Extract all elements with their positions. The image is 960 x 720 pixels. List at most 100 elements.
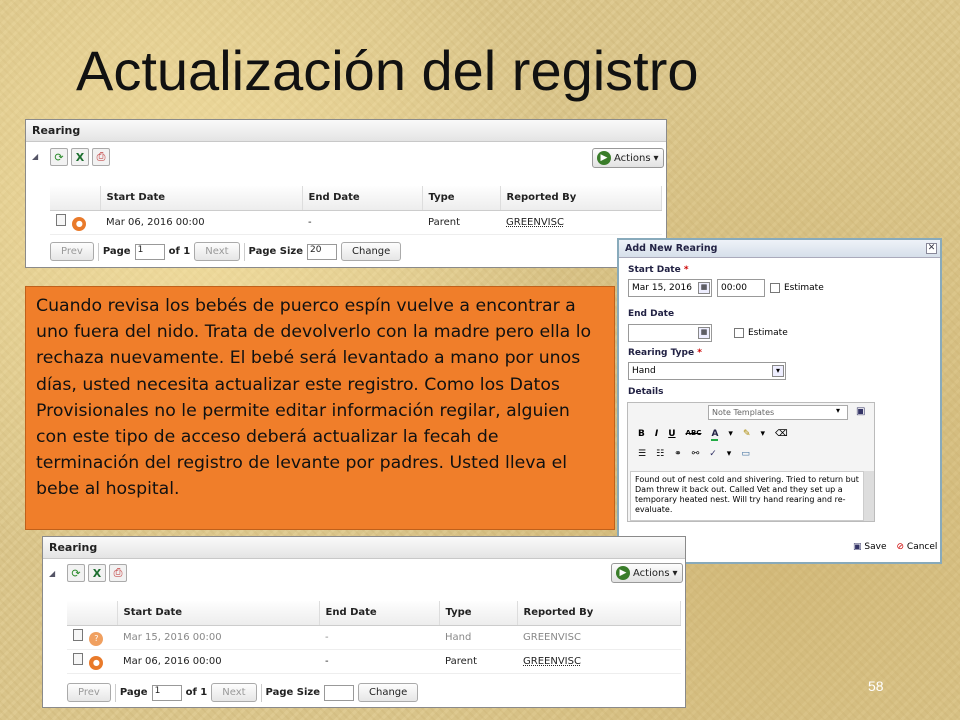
chevron-down-icon: ▾ <box>672 567 678 579</box>
note-templates-select[interactable]: Note Templates <box>708 405 848 420</box>
table-row[interactable]: ? Mar 15, 2016 00:00 - Hand GREENVISC <box>67 625 681 650</box>
start-estimate-checkbox[interactable] <box>770 283 780 293</box>
table-row[interactable]: ● Mar 06, 2016 00:00 - Parent GREENVISC <box>67 649 681 674</box>
rearing-table: Start Date End Date Type Reported By ? M… <box>67 601 681 674</box>
slide-title: Actualización del registro <box>76 39 699 102</box>
actions-label: Actions <box>614 152 651 164</box>
strikethrough-button[interactable]: ABC <box>686 429 702 441</box>
start-estimate-label: Estimate <box>784 283 824 293</box>
page-label: Page <box>119 687 148 698</box>
cell-start: Mar 15, 2016 00:00 <box>117 625 319 650</box>
document-icon[interactable] <box>56 213 66 226</box>
rich-text-editor: Note Templates ▾ ▣ B I U ABC A ▾ ✎ ▾ ⌫ ☰… <box>627 402 875 522</box>
page-size-input[interactable]: 20 <box>307 243 338 260</box>
table-row[interactable]: ● Mar 06, 2016 00:00 - Parent GREENVISC <box>50 210 662 235</box>
font-color-button[interactable]: A <box>711 429 719 441</box>
dialog-title: Add New Rearing <box>619 240 940 258</box>
chevron-down-icon[interactable]: ▾ <box>836 406 840 415</box>
actions-label: Actions <box>633 567 670 579</box>
underline-button[interactable]: U <box>668 429 675 441</box>
cell-end: - <box>319 649 439 674</box>
source-icon[interactable]: ▭ <box>741 449 750 459</box>
parent-rearing-icon: ● <box>89 655 104 670</box>
rearing-panel-after: Rearing ◢ ⟳ X ⎙ ▶ Actions ▾ Start Date E… <box>42 536 686 708</box>
page-of-label: of 1 <box>168 246 191 257</box>
cell-start: Mar 06, 2016 00:00 <box>117 649 319 674</box>
panel-header: Rearing <box>43 537 685 559</box>
page-input[interactable]: 1 <box>151 684 182 701</box>
col-reported-by[interactable]: Reported By <box>517 601 681 626</box>
prev-button[interactable]: Prev <box>50 242 94 261</box>
pager: Prev Page 1 of 1 Next Page Size Change <box>67 683 419 702</box>
pdf-export-icon[interactable]: ⎙ <box>109 564 127 582</box>
col-type[interactable]: Type <box>422 186 501 211</box>
actions-button[interactable]: ▶ Actions ▾ <box>592 148 664 168</box>
col-reported-by[interactable]: Reported By <box>500 186 662 211</box>
page-input[interactable]: 1 <box>134 243 165 260</box>
details-textarea[interactable]: Found out of nest cold and shivering. Tr… <box>630 471 864 521</box>
next-button[interactable]: Next <box>194 242 240 261</box>
excel-export-icon[interactable]: X <box>88 564 106 582</box>
start-time-input[interactable]: 00:00 <box>717 279 765 297</box>
go-arrow-icon: ▶ <box>597 151 611 165</box>
cancel-icon: ⊘ <box>896 542 905 552</box>
save-label: Save <box>864 542 887 552</box>
page-size-label: Page Size <box>265 687 321 698</box>
editor-scrollbar[interactable] <box>864 471 874 521</box>
close-icon[interactable]: ✕ <box>926 243 937 254</box>
end-estimate-label: Estimate <box>748 328 788 338</box>
end-date-label: End Date <box>628 309 675 319</box>
col-type[interactable]: Type <box>439 601 518 626</box>
col-end-date[interactable]: End Date <box>302 186 423 211</box>
cell-reported-by: GREENVISC <box>517 625 681 650</box>
unlink-icon[interactable]: ⚯ <box>692 449 700 459</box>
numbered-list-icon[interactable]: ☷ <box>656 449 664 459</box>
cancel-button[interactable]: ⊘ Cancel <box>896 542 937 552</box>
document-icon[interactable] <box>73 652 83 665</box>
spellcheck-icon[interactable]: ✓ <box>709 449 717 459</box>
document-icon[interactable] <box>73 628 83 641</box>
col-start-date[interactable]: Start Date <box>100 186 303 211</box>
reporter-link[interactable]: GREENVISC <box>506 217 564 228</box>
save-button[interactable]: ▣ Save <box>853 542 886 552</box>
save-template-icon[interactable]: ▣ <box>856 406 865 417</box>
collapse-icon[interactable]: ◢ <box>32 152 38 161</box>
link-icon[interactable]: ⚭ <box>674 449 682 459</box>
eraser-icon[interactable]: ⌫ <box>775 429 788 441</box>
pdf-export-icon[interactable]: ⎙ <box>92 148 110 166</box>
col-end-date[interactable]: End Date <box>319 601 440 626</box>
rearing-type-select[interactable]: Hand <box>628 362 786 380</box>
reporter-link[interactable]: GREENVISC <box>523 656 581 667</box>
highlight-icon[interactable]: ✎ <box>743 429 751 441</box>
parent-rearing-icon: ● <box>72 216 87 231</box>
excel-export-icon[interactable]: X <box>71 148 89 166</box>
chevron-down-icon[interactable]: ▾ <box>727 449 732 459</box>
next-button[interactable]: Next <box>211 683 257 702</box>
collapse-icon[interactable]: ◢ <box>49 569 55 578</box>
change-button[interactable]: Change <box>358 683 419 702</box>
required-mark: * <box>697 348 702 358</box>
go-arrow-icon: ▶ <box>616 566 630 580</box>
calendar-icon[interactable]: ▦ <box>698 282 710 294</box>
required-mark: * <box>683 265 689 275</box>
prev-button[interactable]: Prev <box>67 683 111 702</box>
refresh-icon[interactable]: ⟳ <box>67 564 85 582</box>
italic-button[interactable]: I <box>655 429 658 441</box>
refresh-icon[interactable]: ⟳ <box>50 148 68 166</box>
page-size-input[interactable] <box>324 684 355 701</box>
chevron-down-icon[interactable]: ▾ <box>728 429 733 441</box>
chevron-down-icon: ▾ <box>653 152 659 164</box>
change-button[interactable]: Change <box>341 242 402 261</box>
bold-button[interactable]: B <box>638 429 645 441</box>
bullet-list-icon[interactable]: ☰ <box>638 449 646 459</box>
calendar-icon[interactable]: ▦ <box>698 327 710 339</box>
actions-button[interactable]: ▶ Actions ▾ <box>611 563 683 583</box>
end-estimate-checkbox[interactable] <box>734 328 744 338</box>
col-start-date[interactable]: Start Date <box>117 601 320 626</box>
chevron-down-icon[interactable]: ▾ <box>772 365 784 377</box>
instruction-callout: Cuando revisa los bebés de puerco espín … <box>25 286 615 530</box>
cancel-label: Cancel <box>906 542 938 552</box>
format-toolbar: B I U ABC A ▾ ✎ ▾ ⌫ <box>628 425 798 445</box>
chevron-down-icon[interactable]: ▾ <box>760 429 765 441</box>
pager: Prev Page 1 of 1 Next Page Size 20 Chang… <box>50 242 402 261</box>
